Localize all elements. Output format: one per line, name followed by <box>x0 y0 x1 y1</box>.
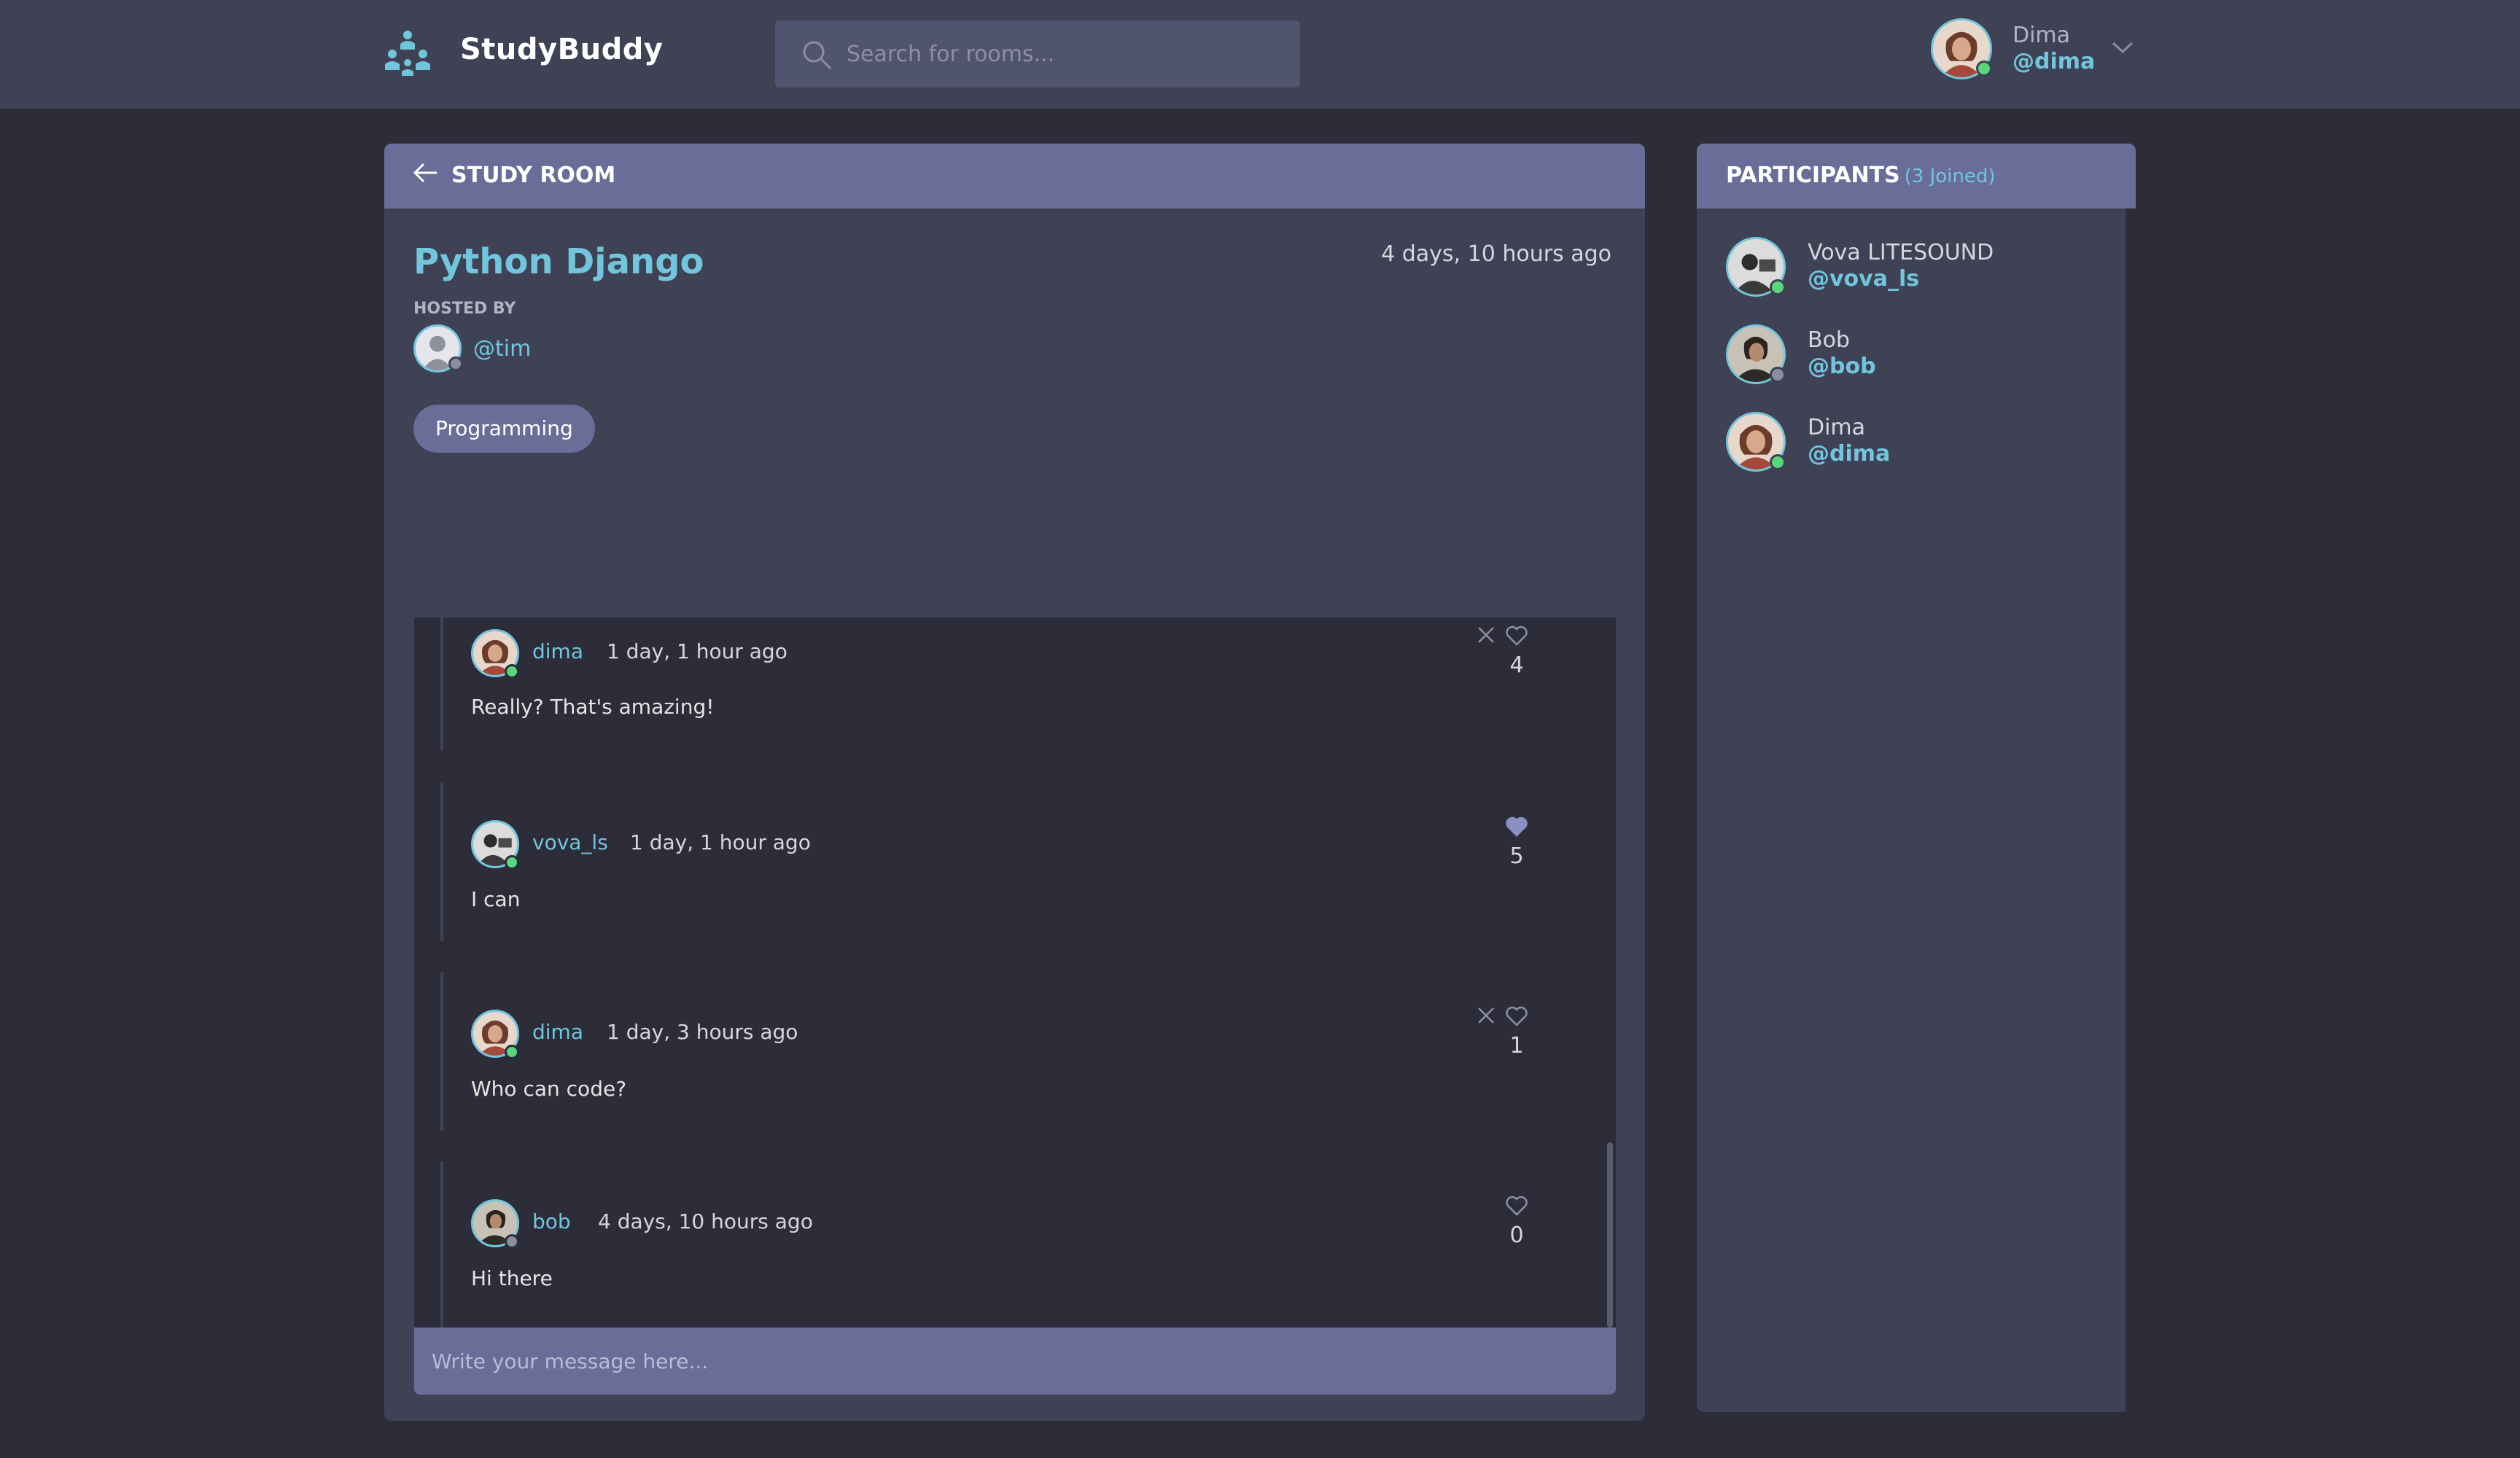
author-status-indicator <box>505 1234 519 1249</box>
participant-item[interactable]: Bob @bob <box>1726 324 2105 387</box>
message-item: bob 4 days, 10 hours ago 0 Hi there <box>440 1161 1563 1328</box>
like-count: 5 <box>1509 843 1524 869</box>
user-menu[interactable]: Dima @dima <box>1931 18 2142 81</box>
message-body: I can <box>471 887 521 911</box>
message-body: Hi there <box>471 1266 553 1290</box>
message-author[interactable]: dima <box>532 639 583 663</box>
room-host[interactable]: @tim <box>413 324 632 373</box>
participant-online-indicator <box>1770 279 1786 295</box>
participant-handle[interactable]: @vova_ls <box>1808 266 1919 292</box>
message-item: vova_ls 1 day, 1 hour ago 5 I can <box>440 782 1563 941</box>
user-handle[interactable]: @dima <box>2012 49 2095 74</box>
participant-item[interactable]: Dima @dima <box>1726 412 2105 475</box>
heart-outline-icon[interactable] <box>1505 1005 1528 1027</box>
message-body: Who can code? <box>471 1077 627 1101</box>
message-author[interactable]: dima <box>532 1020 583 1044</box>
like-count: 0 <box>1509 1223 1524 1248</box>
message-item: dima 1 day, 1 hour ago 4 Really? That's … <box>440 617 1563 750</box>
message-composer[interactable] <box>414 1328 1616 1395</box>
room-panel-header: STUDY ROOM <box>384 144 1645 208</box>
brand-name[interactable]: StudyBuddy <box>460 33 663 66</box>
message-time: 1 day, 1 hour ago <box>630 830 811 854</box>
heart-outline-icon[interactable] <box>1505 625 1528 647</box>
heart-outline-icon[interactable] <box>1505 1195 1528 1217</box>
message-time: 1 day, 3 hours ago <box>607 1020 798 1044</box>
message-item: dima 1 day, 3 hours ago 1 Who can code? <box>440 972 1563 1131</box>
participant-online-indicator <box>1770 454 1786 470</box>
search-bar[interactable] <box>775 20 1300 87</box>
room-created-time: 4 days, 10 hours ago <box>1381 241 1611 267</box>
participants-title-text: PARTICIPANTS <box>1726 163 1900 188</box>
study-buddy-logo-icon[interactable] <box>382 28 433 79</box>
participant-handle[interactable]: @dima <box>1808 441 1890 467</box>
user-online-indicator <box>1976 61 1992 77</box>
author-online-indicator <box>505 1045 519 1059</box>
search-input[interactable] <box>847 20 1284 87</box>
room-title: Python Django <box>413 241 704 282</box>
participant-name[interactable]: Dima <box>1808 415 1865 440</box>
participants-title: PARTICIPANTS (3 Joined) <box>1726 163 1996 188</box>
message-time: 4 days, 10 hours ago <box>598 1209 813 1233</box>
author-online-indicator <box>505 664 519 679</box>
participants-count: (3 Joined) <box>1904 165 1996 187</box>
chevron-down-icon[interactable] <box>2110 39 2135 56</box>
topic-tag[interactable]: Programming <box>413 405 595 453</box>
conversation-scrollbar[interactable] <box>1607 1142 1613 1328</box>
host-status-indicator <box>448 356 463 371</box>
message-body: Really? That's amazing! <box>471 695 715 719</box>
host-handle[interactable]: @tim <box>473 336 531 362</box>
participant-name[interactable]: Vova LITESOUND <box>1808 240 1994 265</box>
delete-icon[interactable] <box>1476 625 1496 645</box>
participants-panel: PARTICIPANTS (3 Joined) Vova LITESOUND @v… <box>1697 144 2136 1412</box>
heart-filled-icon[interactable] <box>1505 816 1528 838</box>
top-navbar: StudyBuddy Dima @dima <box>0 0 2520 109</box>
search-icon <box>803 41 831 69</box>
author-online-indicator <box>505 855 519 870</box>
participant-handle[interactable]: @bob <box>1808 354 1876 379</box>
conversation-thread[interactable]: dima 1 day, 1 hour ago 4 Really? That's … <box>414 617 1616 1328</box>
room-panel-label: STUDY ROOM <box>451 163 616 188</box>
arrow-left-icon[interactable] <box>412 161 438 184</box>
message-author[interactable]: bob <box>532 1209 571 1233</box>
hosted-by-label: HOSTED BY <box>413 300 516 318</box>
delete-icon[interactable] <box>1476 1005 1496 1026</box>
message-time: 1 day, 1 hour ago <box>607 639 788 663</box>
participant-item[interactable]: Vova LITESOUND @vova_ls <box>1726 237 2105 300</box>
room-panel: STUDY ROOM Python Django 4 days, 10 hour… <box>384 144 1645 1421</box>
like-count: 4 <box>1509 652 1524 678</box>
participant-name[interactable]: Bob <box>1808 327 1850 353</box>
user-name[interactable]: Dima <box>2012 23 2070 48</box>
message-author[interactable]: vova_ls <box>532 830 608 854</box>
participants-header: PARTICIPANTS (3 Joined) <box>1697 144 2136 208</box>
like-count: 1 <box>1509 1033 1524 1059</box>
message-input[interactable] <box>432 1328 1598 1395</box>
participants-scroll-gutter <box>2126 208 2136 1412</box>
participant-status-indicator <box>1770 367 1786 383</box>
